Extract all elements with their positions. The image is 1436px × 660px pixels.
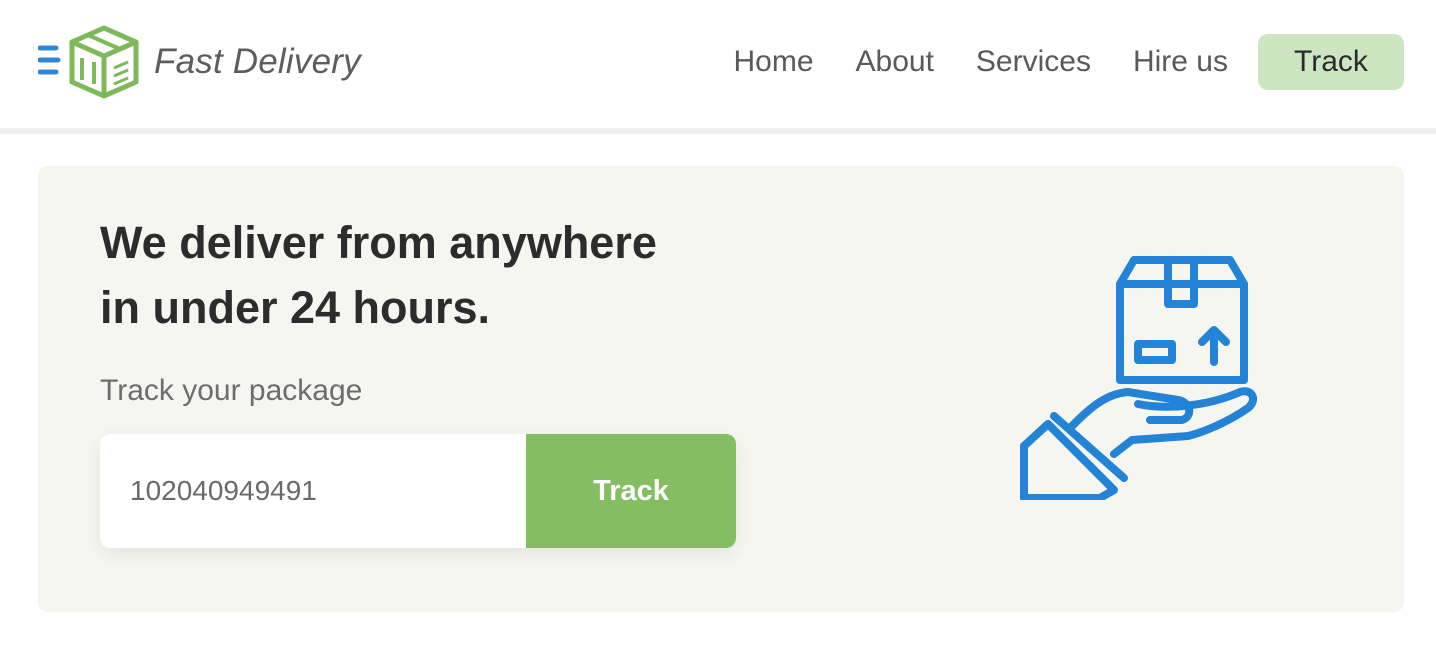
nav-link-hire-us[interactable]: Hire us [1133, 45, 1228, 79]
nav-track-button[interactable]: Track [1258, 34, 1404, 90]
header-divider [0, 128, 1436, 134]
hand-holding-package-icon [1018, 250, 1278, 500]
hero-section: We deliver from anywhere in under 24 hou… [38, 166, 1404, 612]
brand[interactable]: Fast Delivery [38, 24, 361, 100]
hero-title-line-2: in under 24 hours. [100, 282, 491, 333]
track-submit-button[interactable]: Track [526, 434, 736, 548]
site-header: Fast Delivery Home About Services Hire u… [0, 0, 1436, 128]
track-form: Track [100, 434, 736, 548]
nav-link-home[interactable]: Home [733, 45, 813, 79]
nav-link-services[interactable]: Services [976, 45, 1091, 79]
hero-title-line-1: We deliver from anywhere [100, 217, 657, 268]
hero-title: We deliver from anywhere in under 24 hou… [100, 210, 780, 340]
track-package-label: Track your package [100, 374, 363, 407]
box-logo-icon [38, 24, 140, 100]
nav-link-about[interactable]: About [856, 45, 934, 79]
brand-name: Fast Delivery [154, 42, 361, 81]
main-nav: Home About Services Hire us Track [733, 34, 1404, 90]
tracking-number-input[interactable] [100, 434, 526, 548]
